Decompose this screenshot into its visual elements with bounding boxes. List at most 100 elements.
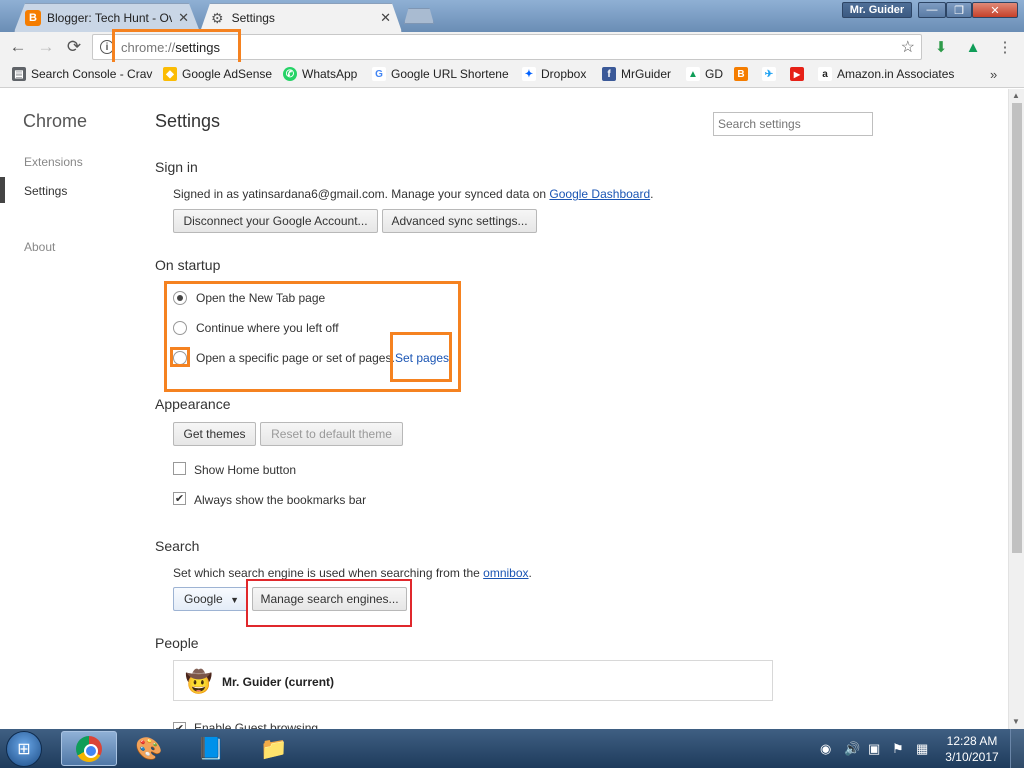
manage-engines-highlight (246, 579, 412, 627)
bookmark-whatsapp[interactable]: ✆ WhatsApp (283, 67, 357, 81)
taskbar-chrome[interactable] (61, 731, 117, 766)
sidebar-title: Chrome (23, 111, 88, 131)
blogger-icon: B (734, 67, 748, 81)
section-search-title: Search (155, 538, 200, 554)
reset-theme-button[interactable]: Reset to default theme (260, 422, 403, 446)
facebook-icon: f (602, 67, 616, 81)
taskbar-notes[interactable]: 📘 (183, 731, 239, 766)
search-engine-description: Set which search engine is used when sea… (173, 566, 532, 580)
scroll-up-icon[interactable]: ▲ (1012, 91, 1020, 100)
gear-icon: ⚙ (211, 9, 224, 26)
clock-date: 3/10/2017 (945, 750, 999, 764)
more-bookmarks-icon[interactable]: » (990, 67, 997, 82)
advanced-sync-button[interactable]: Advanced sync settings... (382, 209, 537, 233)
page-title: Settings (155, 111, 221, 131)
whatsapp-icon: ✆ (283, 67, 297, 81)
guest-browsing-label: Enable Guest browsing (194, 721, 319, 729)
sidebar-item-settings[interactable]: Settings (24, 184, 67, 198)
bookmark-mrguider[interactable]: f MrGuider (602, 67, 671, 81)
bookmark-adsense[interactable]: ◆ Google AdSense (163, 67, 272, 81)
get-themes-button[interactable]: Get themes (173, 422, 256, 446)
bookmark-blogger[interactable]: B (734, 67, 753, 81)
tab-blogger[interactable]: B Blogger: Tech Hunt - Ov ✕ (14, 3, 200, 32)
omnibox-link[interactable]: omnibox (483, 566, 528, 580)
sidebar-item-extensions[interactable]: Extensions (24, 155, 83, 169)
menu-icon[interactable]: ⋮ (996, 38, 1014, 56)
folder-icon: 📁 (260, 735, 288, 761)
bookmark-search-console[interactable]: ▤ Search Console - Crav (12, 67, 152, 81)
maximize-button[interactable]: ❐ (946, 2, 972, 18)
twitter-icon: ✈ (762, 67, 776, 81)
search-engine-select[interactable]: Google ▼ (173, 587, 248, 611)
close-icon[interactable]: ✕ (380, 10, 391, 26)
bookmarks-bar-label: Always show the bookmarks bar (194, 493, 367, 507)
drive-icon: ▲ (686, 67, 700, 81)
language-tray-icon[interactable]: ▦ (916, 741, 928, 757)
forward-button[interactable]: → (36, 37, 56, 57)
download-extension-icon[interactable]: ⬇ (932, 38, 950, 56)
adsense-icon: ◆ (163, 67, 177, 81)
search-settings-input[interactable] (713, 112, 873, 136)
show-home-label: Show Home button (194, 463, 297, 477)
section-appearance-title: Appearance (155, 396, 231, 412)
blogger-icon: B (25, 10, 41, 26)
reload-button[interactable]: ⟳ (64, 37, 84, 57)
bookmarks-bar: ▤ Search Console - Crav ◆ Google AdSense ✆… (0, 62, 1024, 88)
minimize-button[interactable]: — (918, 2, 946, 18)
action-center-icon[interactable]: ⚑ (892, 741, 904, 757)
drive-extension-icon[interactable]: ▲ (964, 38, 982, 56)
chrome-icon (76, 735, 102, 762)
title-bar: B Blogger: Tech Hunt - Ov ✕ ⚙ Settings ✕… (0, 0, 1024, 32)
current-user-name[interactable]: Mr. Guider (current) (222, 675, 334, 689)
taskbar-paint[interactable]: 🎨 (121, 731, 177, 766)
dropbox-icon: ✦ (522, 67, 536, 81)
bookmark-url-shortener[interactable]: G Google URL Shortene (372, 67, 509, 81)
sidebar-selection-marker (0, 177, 5, 203)
section-on-startup-title: On startup (155, 257, 221, 273)
bookmark-youtube[interactable]: ▶ (790, 67, 809, 81)
people-list: 🤠 Mr. Guider (current) (173, 660, 773, 701)
search-console-icon: ▤ (12, 67, 26, 81)
scroll-down-icon[interactable]: ▼ (1012, 717, 1020, 726)
youtube-icon: ▶ (790, 67, 804, 81)
clock-time: 12:28 AM (946, 734, 998, 748)
bookmark-dropbox[interactable]: ✦ Dropbox (522, 67, 586, 81)
bookmark-amazon[interactable]: a Amazon.in Associates (818, 67, 954, 81)
paint-palette-icon: 🎨 (135, 735, 163, 761)
set-pages-highlight (390, 332, 452, 382)
network-tray-icon[interactable]: ◉ (820, 741, 831, 757)
taskbar: ⊞ 🎨 📘 📁 ◉ 🔊 ▣ ⚑ ▦ 12:28 AM 3/10/2017 (0, 729, 1024, 768)
dropdown-caret-icon: ▼ (230, 595, 239, 605)
guest-browsing-checkbox[interactable]: ✔ (173, 722, 186, 729)
bookmark-twitter[interactable]: ✈ (762, 67, 781, 81)
sidebar-item-about[interactable]: About (24, 240, 55, 254)
bookmarks-bar-checkbox[interactable]: ✔ (173, 492, 186, 505)
google-dashboard-link[interactable]: Google Dashboard (549, 187, 650, 201)
sign-in-status: Signed in as yatinsardana6@gmail.com. Ma… (173, 187, 654, 201)
volume-icon[interactable]: 🔊 (844, 741, 860, 757)
amazon-icon: a (818, 67, 832, 81)
tab-title: Blogger: Tech Hunt - Ov (47, 11, 173, 25)
back-button[interactable]: ← (8, 37, 28, 57)
system-clock[interactable]: 12:28 AM 3/10/2017 (944, 733, 1000, 765)
show-home-checkbox[interactable] (173, 462, 186, 475)
bookmark-gd[interactable]: ▲ GD (686, 67, 723, 81)
scrollbar-thumb[interactable] (1012, 103, 1022, 553)
windows-start-icon[interactable]: ⊞ (6, 731, 42, 767)
avatar: 🤠 (185, 669, 213, 694)
disconnect-account-button[interactable]: Disconnect your Google Account... (173, 209, 378, 233)
show-desktop-button[interactable] (1010, 729, 1024, 768)
bookmark-star-icon[interactable]: ☆ (901, 37, 915, 57)
url-highlight (112, 29, 241, 66)
specific-radio-highlight (170, 347, 190, 367)
display-tray-icon[interactable]: ▣ (868, 741, 880, 757)
tab-settings[interactable]: ⚙ Settings ✕ (200, 3, 402, 32)
close-icon[interactable]: ✕ (178, 10, 189, 26)
section-people-title: People (155, 635, 199, 651)
profile-button[interactable]: Mr. Guider (842, 2, 912, 18)
close-window-button[interactable]: ✕ (972, 2, 1018, 18)
notepad-icon: 📘 (197, 735, 225, 761)
vertical-scrollbar[interactable]: ▲ ▼ (1008, 89, 1024, 729)
new-tab-button[interactable] (404, 8, 434, 24)
taskbar-explorer[interactable]: 📁 (246, 731, 302, 766)
